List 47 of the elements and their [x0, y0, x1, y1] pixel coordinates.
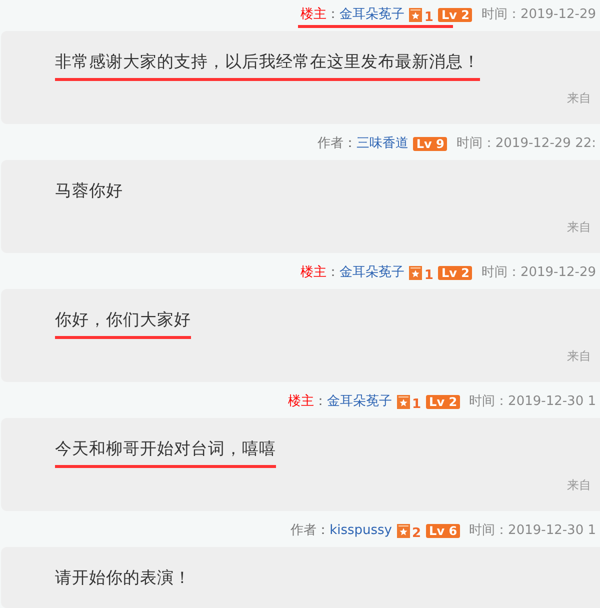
separator: ： [316, 523, 330, 539]
star-badge-icon [409, 8, 422, 22]
level-badge: Lv 2 [438, 8, 472, 22]
level-badge: Lv 6 [426, 524, 460, 538]
time-label: 时间： [481, 7, 520, 23]
level-badge: Lv 2 [426, 395, 460, 409]
level-badge: Lv 2 [438, 266, 472, 280]
post-time: 2019-12-30 1 [508, 394, 596, 410]
separator: ： [343, 136, 356, 152]
post-time: 2019-12-29 [520, 265, 596, 281]
source-label: 来自 [567, 478, 591, 492]
role-label: 楼主 [288, 394, 314, 410]
star-badge-icon [397, 395, 410, 409]
message-text: 你好，你们大家好 [55, 309, 191, 331]
username-link[interactable]: 金耳朵莬子 [339, 265, 404, 281]
star-count: 1 [424, 11, 434, 24]
star-badge-icon [409, 266, 422, 280]
role-label: 作者 [290, 523, 317, 539]
source-label: 来自 [567, 349, 591, 363]
role-label: 楼主 [300, 265, 326, 281]
separator: ： [314, 394, 327, 410]
role-label: 楼主 [300, 7, 326, 23]
time-label: 时间： [456, 136, 496, 152]
time-label: 时间： [481, 265, 520, 281]
time-label: 时间： [469, 394, 508, 410]
message-text: 今天和柳哥开始对台词，嘻嘻 [55, 438, 276, 460]
star-count: 2 [412, 527, 422, 540]
username-link[interactable]: kisspussy [330, 523, 392, 539]
post-time: 2019-12-29 [520, 7, 596, 23]
message-text: 非常感谢大家的支持，以后我经常在这里发布最新消息！ [55, 51, 480, 73]
source-label: 来自 [567, 91, 591, 105]
star-count: 1 [424, 269, 434, 282]
separator: ： [326, 265, 340, 281]
source-label: 来自 [567, 220, 591, 234]
time-label: 时间： [469, 523, 508, 539]
username-link[interactable]: 金耳朵莬子 [339, 7, 404, 23]
role-label: 作者 [317, 136, 344, 152]
username-link[interactable]: 金耳朵莬子 [327, 394, 392, 410]
post-time: 2019-12-29 22: [495, 136, 596, 152]
message-text: 请开始你的表演！ [55, 567, 191, 589]
level-badge: Lv 9 [413, 137, 448, 151]
post-time: 2019-12-30 1 [508, 523, 596, 539]
username-link[interactable]: 三味香道 [356, 136, 408, 152]
message-text: 马蓉你好 [55, 180, 123, 202]
separator: ： [326, 7, 340, 23]
star-badge-icon [397, 524, 410, 538]
star-count: 1 [412, 398, 422, 411]
